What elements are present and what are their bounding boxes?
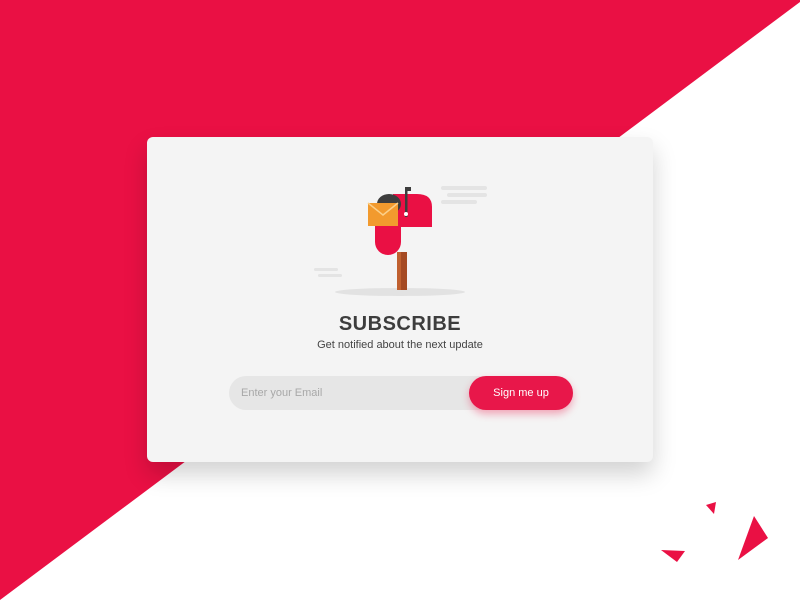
subscribe-form: Sign me up xyxy=(229,376,573,410)
sign-me-up-button[interactable]: Sign me up xyxy=(469,376,573,410)
subscribe-subtitle: Get notified about the next update xyxy=(317,339,483,351)
email-field[interactable] xyxy=(241,376,451,410)
subscribe-title: SUBSCRIBE xyxy=(338,313,462,335)
mailbox-illustration-icon xyxy=(314,186,487,296)
subscribe-card: SUBSCRIBE Get notified about the next up… xyxy=(147,137,653,462)
